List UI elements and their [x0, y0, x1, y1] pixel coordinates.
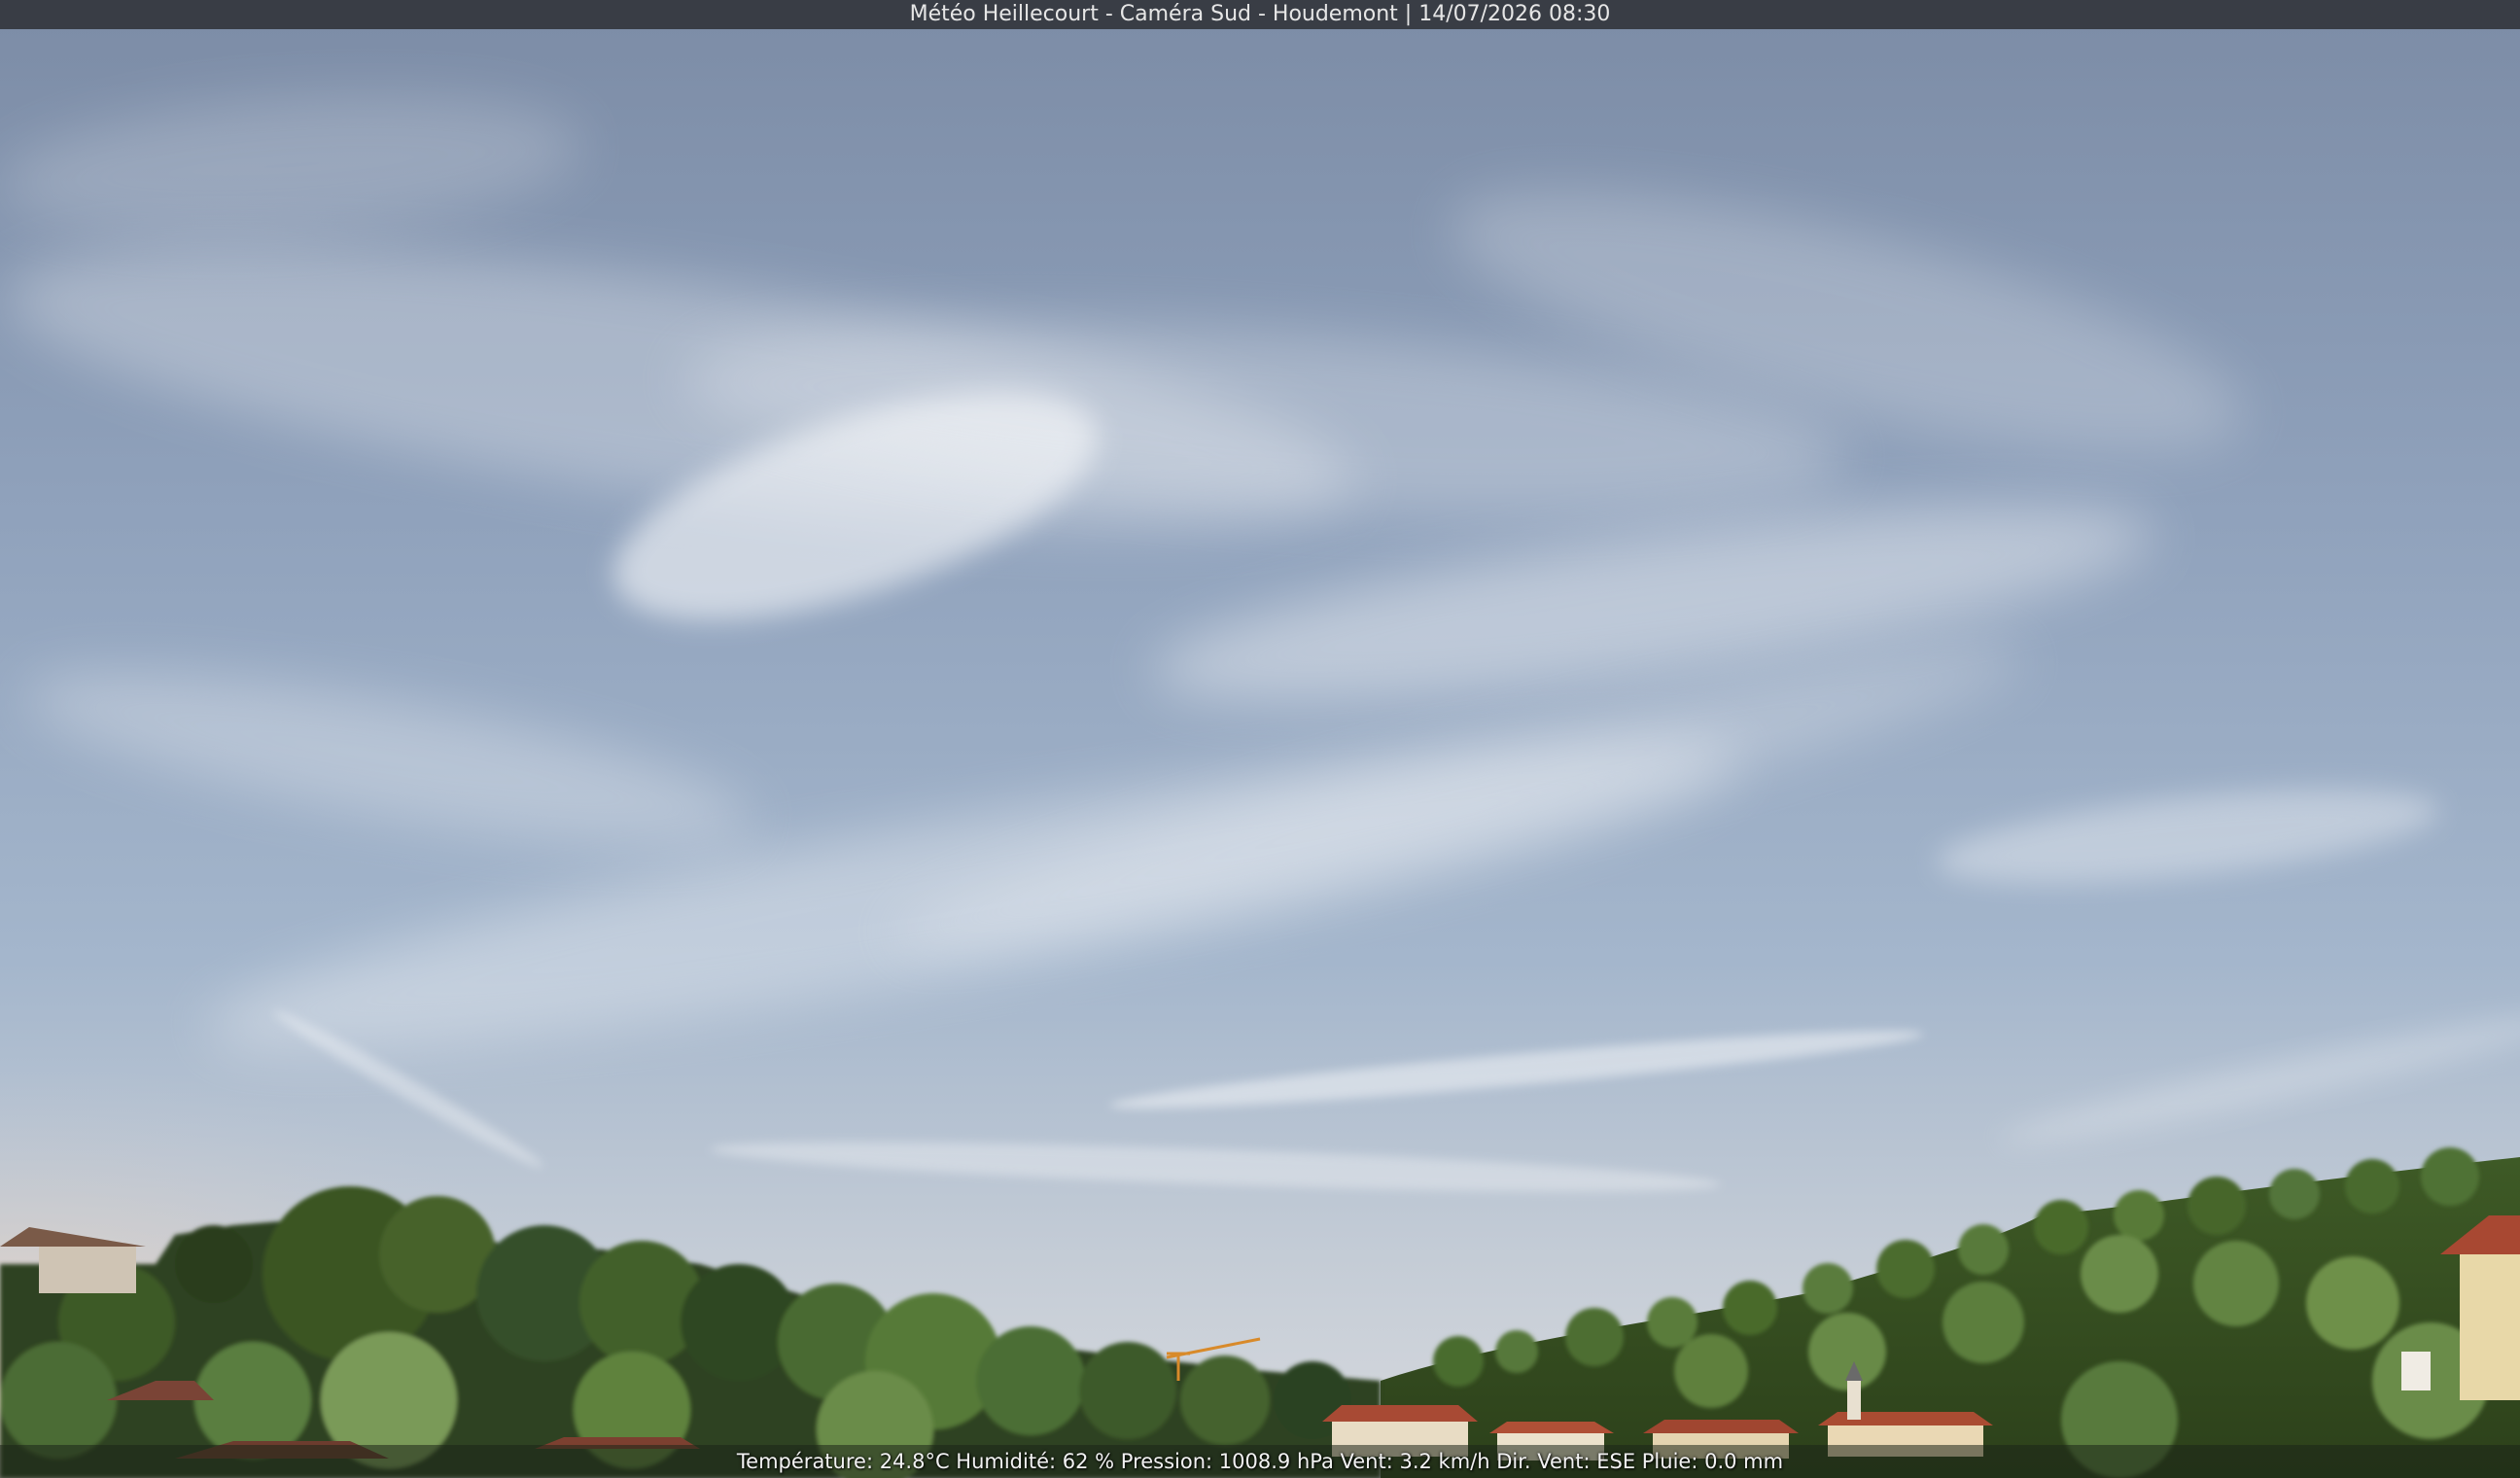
webcam-title: Météo Heillecourt - Caméra Sud - Houdemo… — [909, 2, 1611, 26]
webcam-title-bar: Météo Heillecourt - Caméra Sud - Houdemo… — [0, 0, 2520, 29]
weather-info-bar: Température: 24.8°C Humidité: 62 % Press… — [0, 1446, 2520, 1478]
webcam-image — [0, 0, 2520, 1478]
webcam-frame: Météo Heillecourt - Caméra Sud - Houdemo… — [0, 0, 2520, 1478]
weather-readings: Température: 24.8°C Humidité: 62 % Press… — [736, 1450, 1784, 1473]
